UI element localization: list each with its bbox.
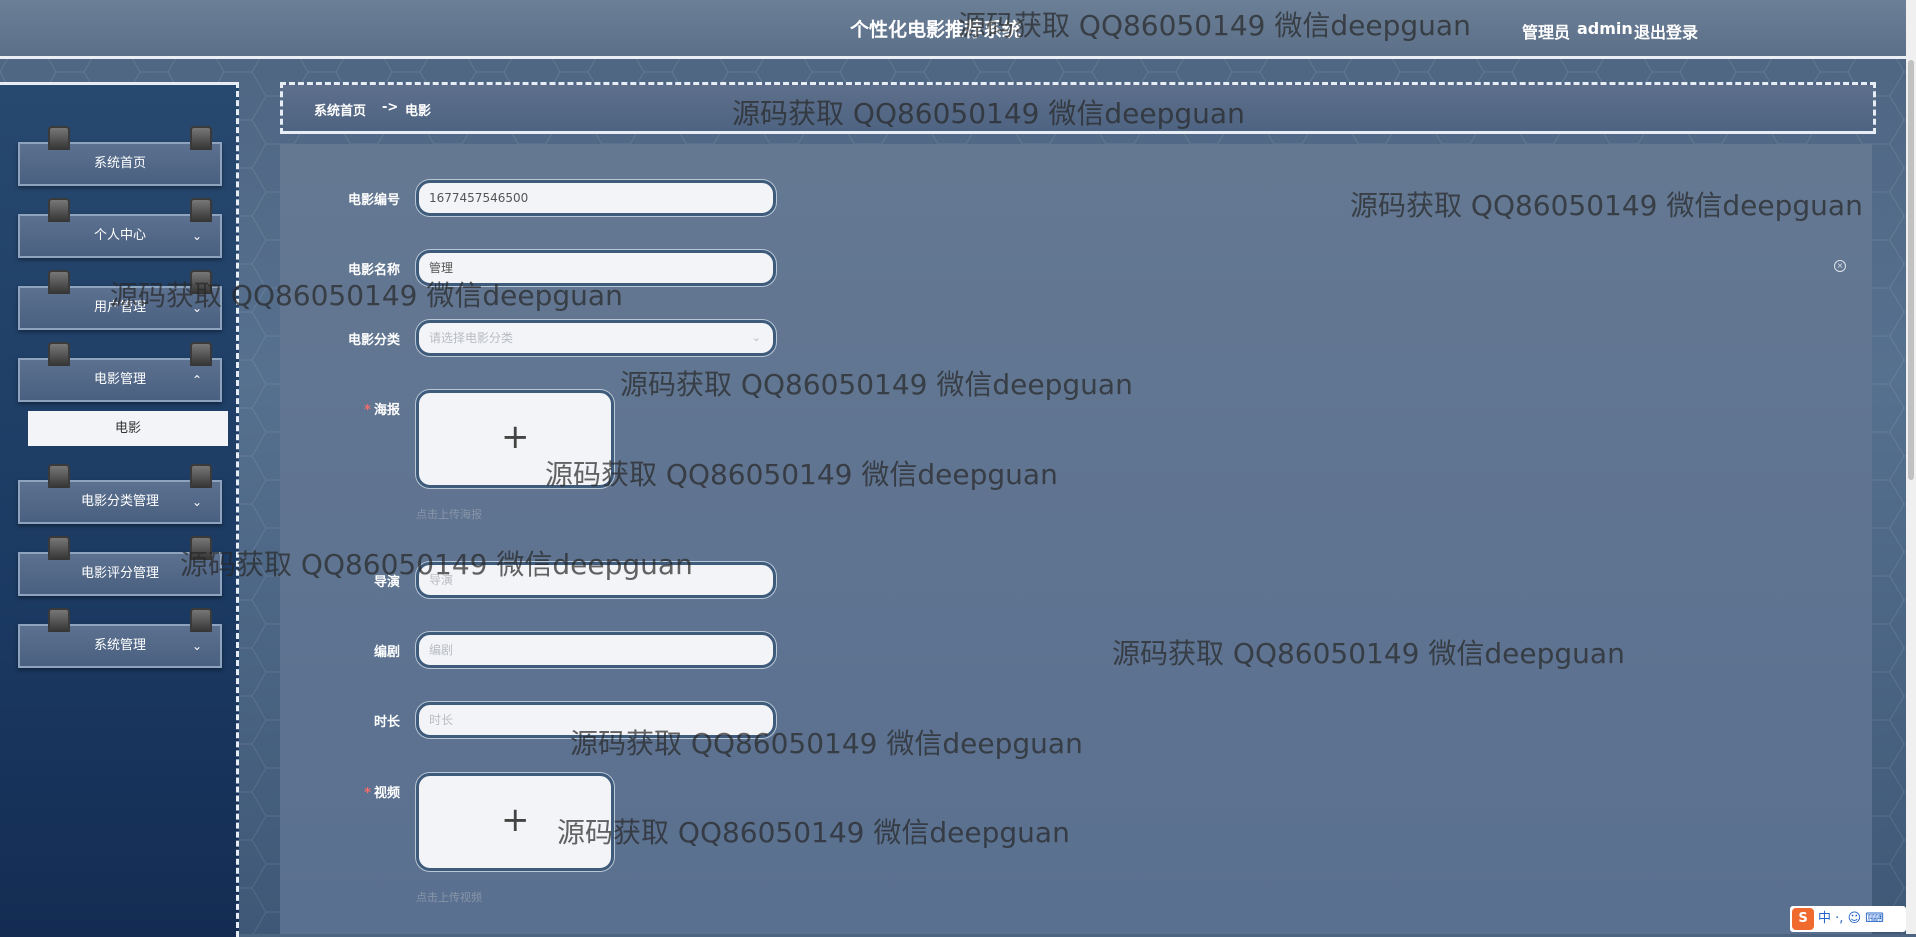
sidebar-item-label: 系统首页 <box>93 156 146 171</box>
sidebar-item-label: 电影管理 <box>93 372 146 387</box>
user-name: admin <box>1577 19 1633 38</box>
breadcrumb-separator: -> <box>382 100 399 115</box>
sidebar-subitem-movie[interactable]: 电影 <box>28 411 228 446</box>
sidebar-item-home[interactable]: 系统首页 <box>18 126 222 186</box>
binder-clip-icon <box>48 464 70 488</box>
video-label-text: 视频 <box>373 786 400 801</box>
sidebar-item-label: 电影分类管理 <box>80 494 159 509</box>
sidebar-item-label: 个人中心 <box>93 228 146 243</box>
sogou-logo-icon: S <box>1792 908 1814 930</box>
video-upload[interactable]: + <box>416 773 614 871</box>
duration-label: 时长 <box>373 715 400 730</box>
video-hint: 点击上传视频 <box>416 891 482 904</box>
ime-toolbar[interactable]: S中 ·, ☺ ⌨ <box>1790 906 1906 932</box>
sidebar-item-label: 用户管理 <box>93 300 146 315</box>
top-header: 个性化电影推荐系统 管理员 admin 退出登录 <box>0 0 1906 59</box>
punctuation-icon: ·, <box>1835 911 1844 926</box>
poster-hint: 点击上传海报 <box>416 508 482 521</box>
sidebar-item-movie-categories[interactable]: 电影分类管理 ⌄ <box>18 464 222 524</box>
breadcrumb: 系统首页 -> 电影 <box>280 82 1876 134</box>
page-scrollbar[interactable] <box>1906 0 1916 934</box>
video-label: * 视频 <box>280 782 400 801</box>
director-input[interactable]: 导演 <box>416 562 776 598</box>
ime-mode: 中 <box>1818 911 1832 926</box>
poster-label: * 海报 <box>280 399 400 418</box>
logout-link[interactable]: 退出登录 <box>1634 19 1698 43</box>
required-asterisk: * <box>364 786 371 801</box>
binder-clip-icon <box>48 608 70 632</box>
movie-form: 电影编号 1677457546500 电影名称 管理 × 电影分类 请选择电影分… <box>280 144 1872 934</box>
emoji-icon: ☺ <box>1847 911 1862 926</box>
movie-no-label: 电影编号 <box>347 193 400 208</box>
writer-label: 编剧 <box>373 645 400 660</box>
plus-icon: + <box>501 800 530 840</box>
movie-name-input[interactable]: 管理 <box>416 250 776 286</box>
writer-input[interactable]: 编剧 <box>416 632 776 668</box>
scrollbar-thumb[interactable] <box>1908 60 1914 480</box>
director-label: 导演 <box>373 575 400 590</box>
chevron-down-icon: ⌄ <box>751 331 761 344</box>
sidebar-item-label: 电影评分管理 <box>80 566 159 581</box>
binder-clip-icon <box>48 270 70 294</box>
binder-clip-icon <box>48 342 70 366</box>
category-placeholder: 请选择电影分类 <box>429 331 514 345</box>
sidebar-item-profile[interactable]: 个人中心 ⌄ <box>18 198 222 258</box>
movie-no-input[interactable]: 1677457546500 <box>416 180 776 216</box>
breadcrumb-current: 电影 <box>405 104 432 119</box>
movie-name-label: 电影名称 <box>347 263 400 278</box>
binder-clip-icon <box>48 536 70 560</box>
required-asterisk: * <box>364 403 371 418</box>
binder-clip-icon <box>190 536 212 560</box>
binder-clip-icon <box>190 126 212 150</box>
category-label: 电影分类 <box>347 333 400 348</box>
user-role: 管理员 <box>1522 23 1571 42</box>
chevron-up-icon: ⌃ <box>191 373 202 387</box>
chevron-down-icon: ⌄ <box>191 495 202 509</box>
poster-label-text: 海报 <box>373 403 400 418</box>
app-title: 个性化电影推荐系统 <box>850 19 1022 41</box>
sidebar-item-users[interactable]: 用户管理 ⌄ <box>18 270 222 330</box>
binder-clip-icon <box>48 126 70 150</box>
sidebar-item-label: 系统管理 <box>93 638 146 653</box>
category-select[interactable]: 请选择电影分类 ⌄ <box>416 320 776 356</box>
chevron-down-icon: ⌄ <box>191 639 202 653</box>
breadcrumb-home[interactable]: 系统首页 <box>314 100 366 119</box>
chevron-down-icon: ⌄ <box>191 301 202 315</box>
keyboard-icon: ⌨ <box>1865 911 1885 926</box>
poster-upload[interactable]: + <box>416 390 614 488</box>
duration-input[interactable]: 时长 <box>416 702 776 738</box>
chevron-down-icon: ⌄ <box>191 229 202 243</box>
sidebar-item-system[interactable]: 系统管理 ⌄ <box>18 608 222 668</box>
sidebar-item-movies[interactable]: 电影管理 ⌃ <box>18 342 222 402</box>
binder-clip-icon <box>48 198 70 222</box>
close-icon[interactable]: × <box>1834 260 1846 272</box>
plus-icon: + <box>501 417 530 457</box>
sidebar-item-movie-ratings[interactable]: 电影评分管理 <box>18 536 222 596</box>
